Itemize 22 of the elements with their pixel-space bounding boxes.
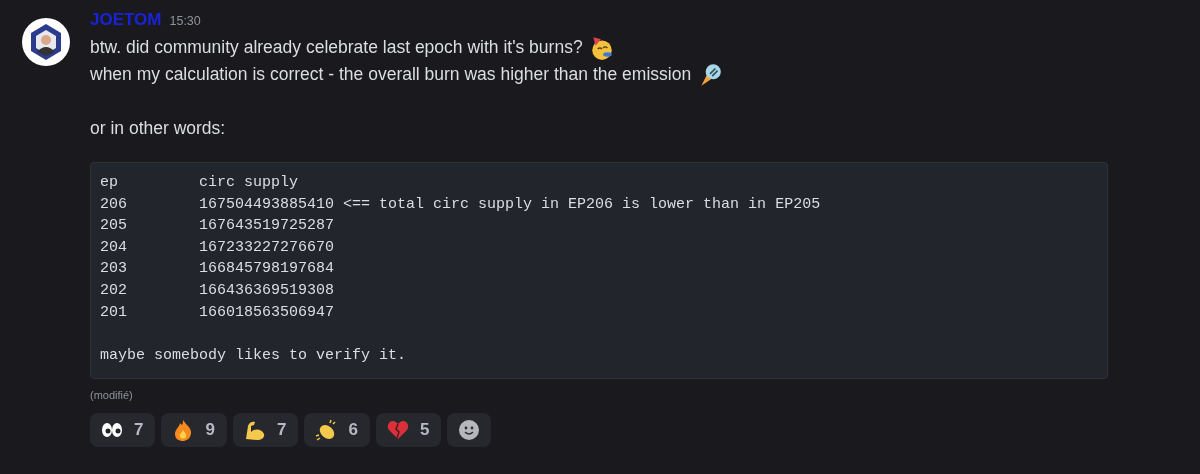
code-line: ep circ supply [100,173,300,193]
code-line: 205 167643519725287 [100,216,336,237]
reaction-button[interactable]: 6 [304,413,370,448]
clapping-hands-icon [314,418,339,443]
reaction-button[interactable]: 7 [232,413,299,448]
timestamp: 15:30 [169,14,201,28]
code-line: 204 167233227276670 [100,237,336,258]
reaction-button[interactable]: 9 [161,413,227,448]
code-line: 201 166018563506947 [100,302,336,323]
message-text: or in other words: [90,118,226,139]
avatar-icon [22,18,70,66]
code-line: 203 166845798197684 [100,259,336,280]
edited-label: (modifié) [90,389,134,402]
smiley-icon [457,418,482,443]
reaction-button[interactable]: 5 [375,413,442,448]
code-line: 206 167504493885410 <== total circ supply in EP206 is lower than in EP205 [100,194,822,215]
add-reaction-button[interactable] [447,413,492,448]
message-text: when my calculation is correct - the overall burn was higher than the emission [90,64,692,85]
reaction-button[interactable]: 7 [90,413,156,448]
code-line: maybe somebody likes to verify it. [100,345,408,366]
message-text: btw. did community already celebrate last epoch with it's burns? [90,37,583,58]
code-line: 202 166436369519308 [100,280,336,301]
